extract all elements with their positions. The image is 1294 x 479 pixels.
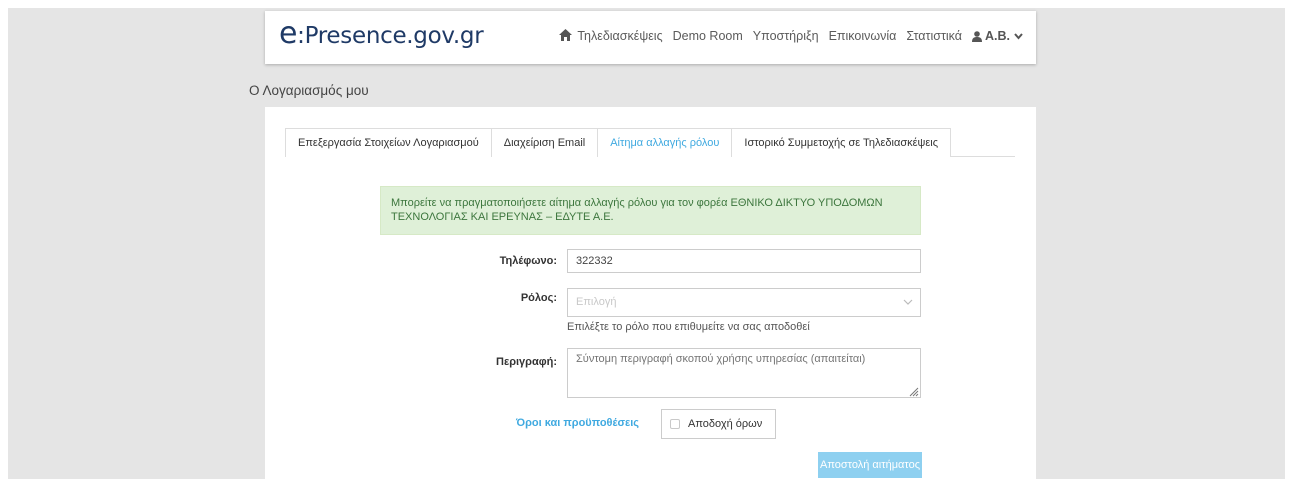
accept-terms-label: Αποδοχή όρων: [688, 418, 763, 430]
nav-support[interactable]: Υποστήριξη: [753, 29, 819, 43]
nav-teleconferences[interactable]: Τηλεδιασκέψεις: [559, 29, 663, 43]
account-card: Επεξεργασία Στοιχείων Λογαριασμού Διαχεί…: [265, 107, 1036, 479]
terms-link[interactable]: Όροι και προϋποθέσεις: [516, 417, 639, 429]
account-tabs: Επεξεργασία Στοιχείων Λογαριασμού Διαχεί…: [285, 128, 1015, 158]
chevron-down-icon: [1014, 32, 1023, 40]
site-logo[interactable]: e:Presence.gov.gr: [279, 19, 484, 50]
accept-terms-checkbox[interactable]: Αποδοχή όρων: [661, 409, 776, 439]
info-alert: Μπορείτε να πραγματοποιήσετε αίτημα αλλα…: [380, 186, 921, 235]
role-select-placeholder: Επιλογή: [576, 296, 617, 308]
tab-history[interactable]: Ιστορικό Συμμετοχής σε Τηλεδιασκέψεις: [731, 128, 952, 157]
tab-email-manage[interactable]: Διαχείριση Email: [490, 128, 599, 157]
page-title: Ο Λογαριασμός μου: [249, 83, 369, 98]
user-icon: [972, 30, 982, 42]
description-textarea[interactable]: [567, 348, 921, 398]
resize-grip-icon[interactable]: [909, 387, 919, 397]
nav-demo-room[interactable]: Demo Room: [673, 29, 743, 43]
description-label: Περιγραφή:: [496, 356, 557, 368]
checkbox-icon[interactable]: [670, 419, 680, 429]
tab-account-edit[interactable]: Επεξεργασία Στοιχείων Λογαριασμού: [285, 128, 492, 157]
page-background: e:Presence.gov.gr Τηλεδιασκέψεις Demo Ro…: [8, 8, 1285, 479]
submit-request-button[interactable]: Αποστολή αιτήματος: [818, 452, 922, 478]
role-select[interactable]: Επιλογή: [567, 288, 921, 317]
role-label: Ρόλος:: [520, 292, 557, 304]
chevron-down-icon: [903, 299, 913, 305]
home-icon: [559, 29, 573, 41]
nav-statistics[interactable]: Στατιστικά: [906, 29, 962, 43]
user-menu[interactable]: A.B.: [972, 29, 1026, 43]
tab-role-change[interactable]: Αίτημα αλλαγής ρόλου: [597, 128, 733, 158]
role-help-text: Επιλέξτε το ρόλο που επιθυμείτε να σας α…: [567, 321, 810, 333]
nav-contact[interactable]: Επικοινωνία: [829, 29, 897, 43]
phone-input[interactable]: 322332: [567, 249, 921, 273]
phone-label: Τηλέφωνο:: [499, 255, 557, 267]
main-nav: Τηλεδιασκέψεις Demo Room Υποστήριξη Επικ…: [549, 29, 1026, 43]
top-navbar: e:Presence.gov.gr Τηλεδιασκέψεις Demo Ro…: [265, 11, 1036, 64]
